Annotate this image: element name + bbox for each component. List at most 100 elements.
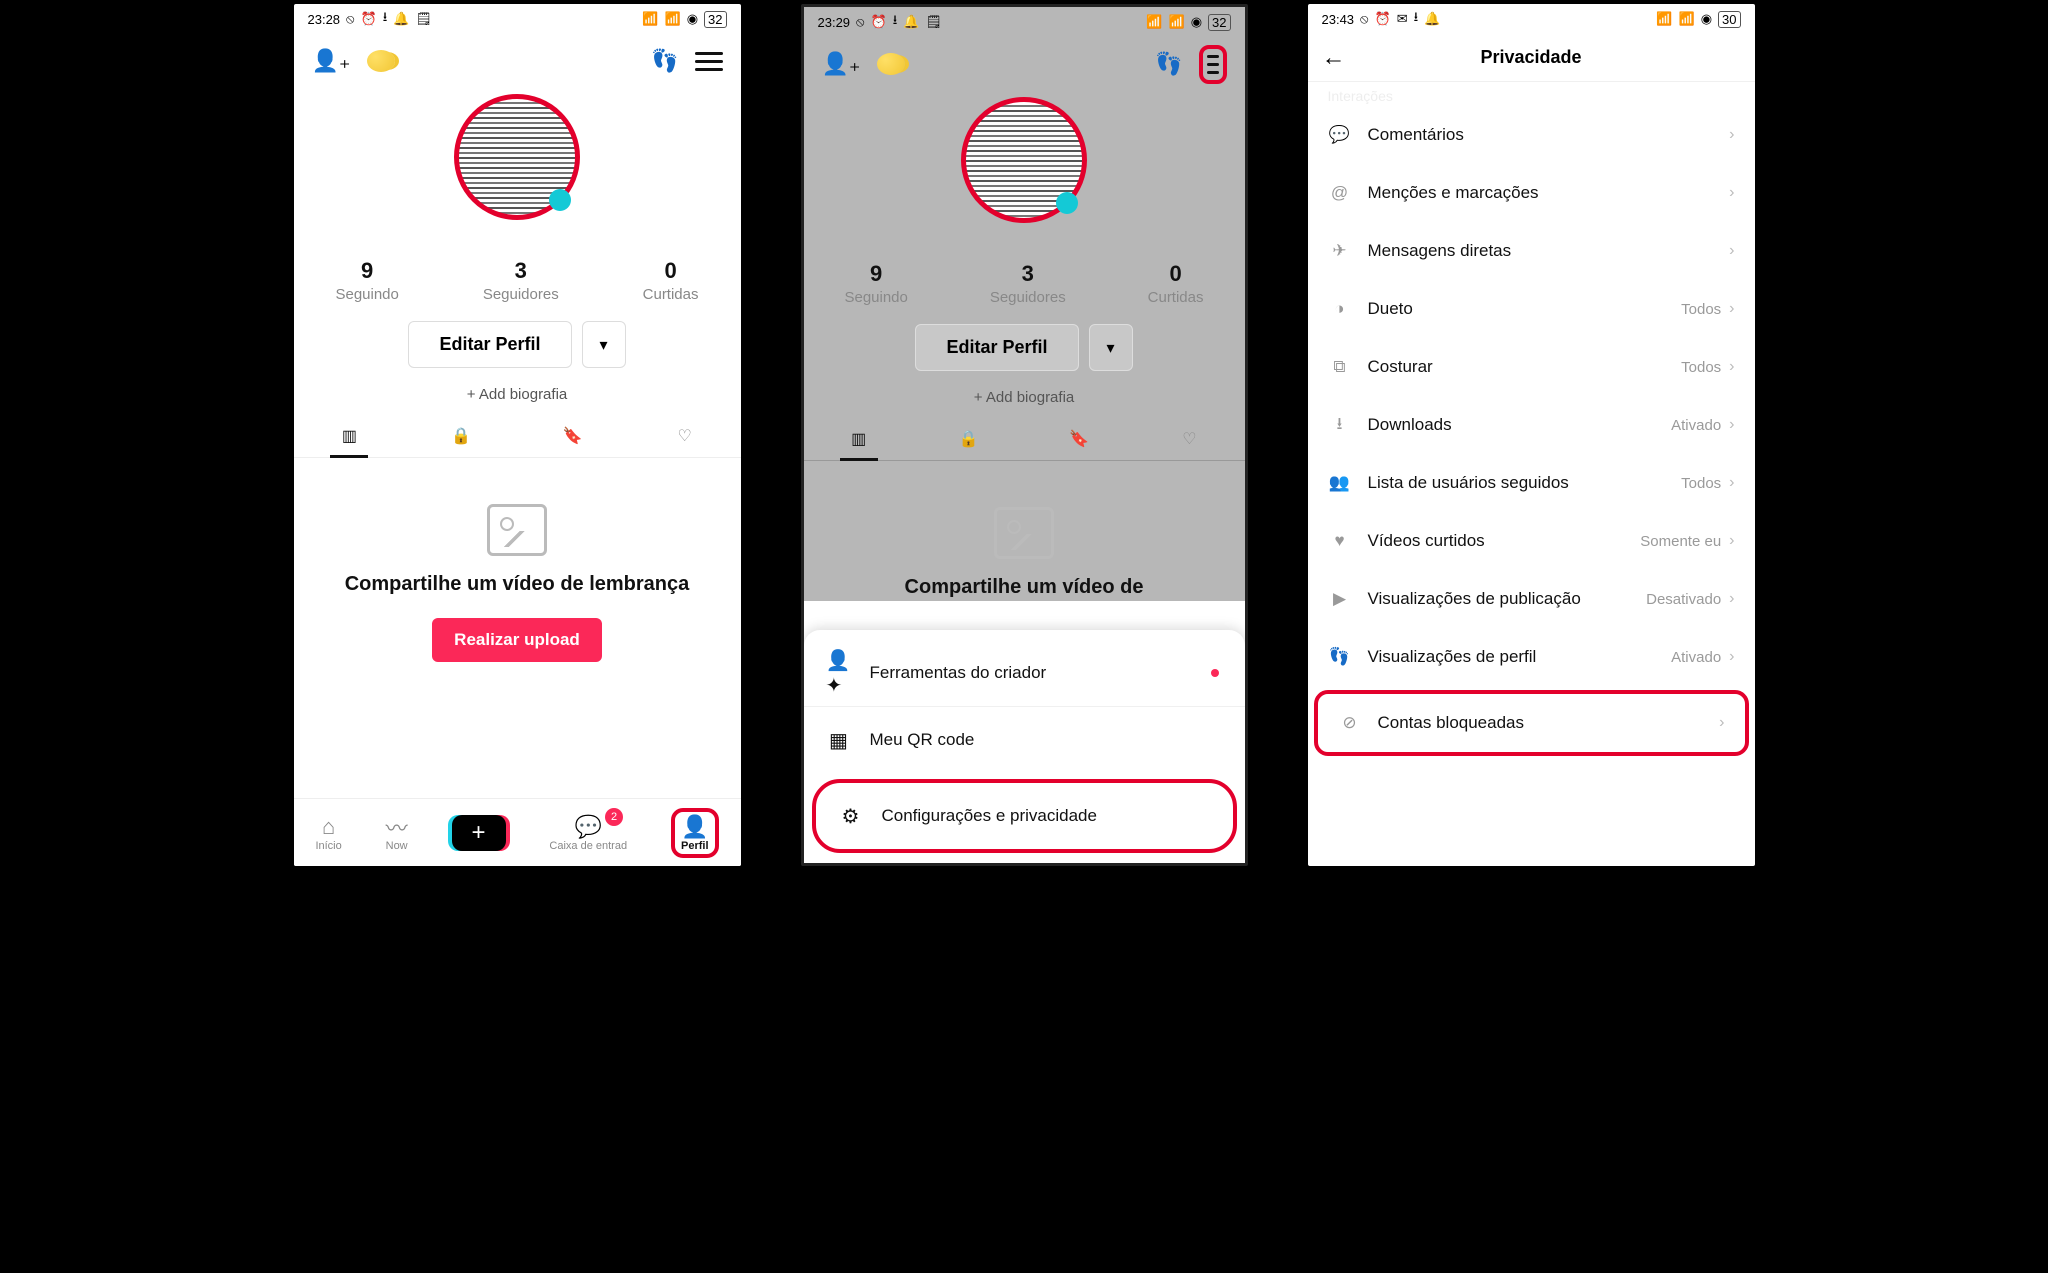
privacy-list: 💬 Comentários › @ Menções e marcações › … [1308,106,1755,756]
coin-icon[interactable] [877,53,905,75]
coin-icon[interactable] [367,50,395,72]
screen-1: 23:28 ⦸ ⏰ ⭳ 🔔 🗒 📶 📶 ◉ 32 👤₊ 👣 [294,4,741,866]
dnd-icon: ⦸ [1360,11,1368,27]
priv-duet[interactable]: ◑ Dueto Todos › [1308,280,1755,338]
sheet-settings-privacy[interactable]: ⚙ Configurações e privacidade [812,779,1237,853]
chevron-right-icon: › [1729,300,1734,318]
download-icon: ⭳ [1414,8,1419,30]
chevron-right-icon: › [1729,416,1734,434]
profile-avatar[interactable] [454,94,580,220]
add-bio-link[interactable]: + Add biografia [804,389,1245,406]
status-time: 23:43 [1322,12,1355,27]
empty-state: Compartilhe um vídeo de lembrança Realiz… [294,504,741,662]
priv-downloads[interactable]: ⭳ Downloads Ativado › [1308,396,1755,454]
edit-profile-button[interactable]: Editar Perfil [915,324,1078,371]
bell-icon: 🔔 [1424,11,1440,27]
footprint-icon[interactable]: 👣 [651,48,678,74]
add-friend-icon[interactable]: 👤₊ [312,48,351,74]
lock-tab-icon[interactable]: 🔒 [956,428,982,450]
grid-tab-icon[interactable]: ▥ [846,428,872,450]
menu-bottom-sheet: 👤✦ Ferramentas do criador ▦ Meu QR code … [804,630,1245,863]
heart-tab-icon[interactable]: ♡ [1176,428,1202,450]
note-icon: 🗒 [415,11,432,27]
priv-blocked-accounts[interactable]: ⊘ Contas bloqueadas › [1314,690,1749,756]
avatar-add-badge[interactable] [549,189,571,211]
stat-following[interactable]: 9 Seguindo [335,258,398,303]
hamburger-menu-icon[interactable] [1199,45,1227,84]
photo-placeholder-icon [994,507,1054,559]
nav-create[interactable]: + [452,815,506,851]
nav-inbox[interactable]: 💬 2 Caixa de entrad [549,814,627,852]
priv-stitch[interactable]: ⧉ Costurar Todos › [1308,338,1755,396]
back-arrow-icon[interactable]: ← [1322,44,1346,72]
nav-home[interactable]: ⌂ Início [315,814,341,852]
status-time: 23:29 [818,15,851,30]
nav-now[interactable]: 〰 Now [386,814,408,852]
bell-icon: 🔔 [393,11,409,27]
status-bar: 23:43 ⦸ ⏰ ✉ ⭳ 🔔 📶 📶 ◉ 30 [1308,4,1755,34]
chevron-right-icon: › [1729,242,1734,260]
battery-level: 30 [1718,11,1740,28]
bottom-nav: ⌂ Início 〰 Now + 💬 2 Caixa de entrad 👤 P… [294,798,741,866]
empty-state-title: Compartilhe um vídeo de [804,573,1245,601]
profile-content-tabs: ▥ 🔒 🔖 ♡ [804,428,1245,461]
nav-profile[interactable]: 👤 Perfil [671,808,719,858]
profile-content-tabs: ▥ 🔒 🔖 ♡ [294,425,741,458]
screen-2: 23:29 ⦸ ⏰ ⭳ 🔔 🗒 📶 📶 ◉ 32 👤₊ 👣 [801,4,1248,866]
users-icon: 👥 [1328,471,1352,495]
chevron-right-icon: › [1729,590,1734,608]
stat-followers[interactable]: 3 Seguidores [483,258,559,303]
download-icon: ⭳ [383,8,388,30]
grid-tab-icon[interactable]: ▥ [336,425,362,447]
heart-tab-icon[interactable]: ♡ [672,425,698,447]
profile-dropdown-button[interactable]: ▾ [582,321,626,368]
sheet-qr-code[interactable]: ▦ Meu QR code [804,706,1245,773]
status-bar: 23:29 ⦸ ⏰ ⭳ 🔔 🗒 📶 📶 ◉ 32 [804,7,1245,37]
download-icon: ⭳ [893,11,898,33]
stat-followers[interactable]: 3 Seguidores [990,261,1066,306]
profile-avatar[interactable] [961,97,1087,223]
sheet-creator-tools[interactable]: 👤✦ Ferramentas do criador [804,640,1245,706]
stat-following[interactable]: 9 Seguindo [844,261,907,306]
bookmark-tab-icon[interactable]: 🔖 [1066,428,1092,450]
signal-icon: 📶 [642,11,658,27]
priv-following-list[interactable]: 👥 Lista de usuários seguidos Todos › [1308,454,1755,512]
footprint-icon[interactable]: 👣 [1155,51,1182,77]
alarm-icon: ⏰ [871,14,887,30]
stitch-icon: ⧉ [1328,355,1352,379]
priv-dms[interactable]: ✈ Mensagens diretas › [1308,222,1755,280]
priv-post-views[interactable]: ▶ Visualizações de publicação Desativado… [1308,570,1755,628]
priv-liked-videos[interactable]: ♥ Vídeos curtidos Somente eu › [1308,512,1755,570]
priv-mentions[interactable]: @ Menções e marcações › [1308,164,1755,222]
dnd-icon: ⦸ [856,14,864,30]
chevron-right-icon: › [1729,184,1734,202]
lock-tab-icon[interactable]: 🔒 [448,425,474,447]
battery-level: 32 [704,11,726,28]
bookmark-tab-icon[interactable]: 🔖 [560,425,586,447]
profile-dropdown-button[interactable]: ▾ [1089,324,1133,371]
now-icon: 〰 [386,814,408,840]
privacy-section-label: Interações [1308,82,1755,106]
hamburger-menu-icon[interactable] [695,52,723,71]
stat-likes[interactable]: 0 Curtidas [643,258,699,303]
chevron-right-icon: › [1729,358,1734,376]
home-icon: ⌂ [315,814,341,840]
alarm-icon: ⏰ [361,11,377,27]
priv-profile-views[interactable]: 👣 Visualizações de perfil Ativado › [1308,628,1755,686]
heart-icon: ♥ [1328,529,1352,553]
upload-button[interactable]: Realizar upload [432,618,602,662]
add-bio-link[interactable]: + Add biografia [294,386,741,403]
avatar-add-badge[interactable] [1056,192,1078,214]
privacy-header: ← Privacidade [1308,34,1755,82]
edit-profile-button[interactable]: Editar Perfil [408,321,571,368]
wifi-icon: ◉ [1701,11,1712,27]
inbox-badge: 2 [605,808,623,826]
play-icon: ▶ [1328,587,1352,611]
download-icon: ⭳ [1328,413,1352,437]
priv-comments[interactable]: 💬 Comentários › [1308,106,1755,164]
signal-icon: 📶 [1146,14,1162,30]
stat-likes[interactable]: 0 Curtidas [1148,261,1204,306]
profile-header-row: 👤₊ 👣 [294,34,741,88]
screen-3: 23:43 ⦸ ⏰ ✉ ⭳ 🔔 📶 📶 ◉ 30 ← Privacidade I… [1308,4,1755,866]
add-friend-icon[interactable]: 👤₊ [822,51,861,77]
